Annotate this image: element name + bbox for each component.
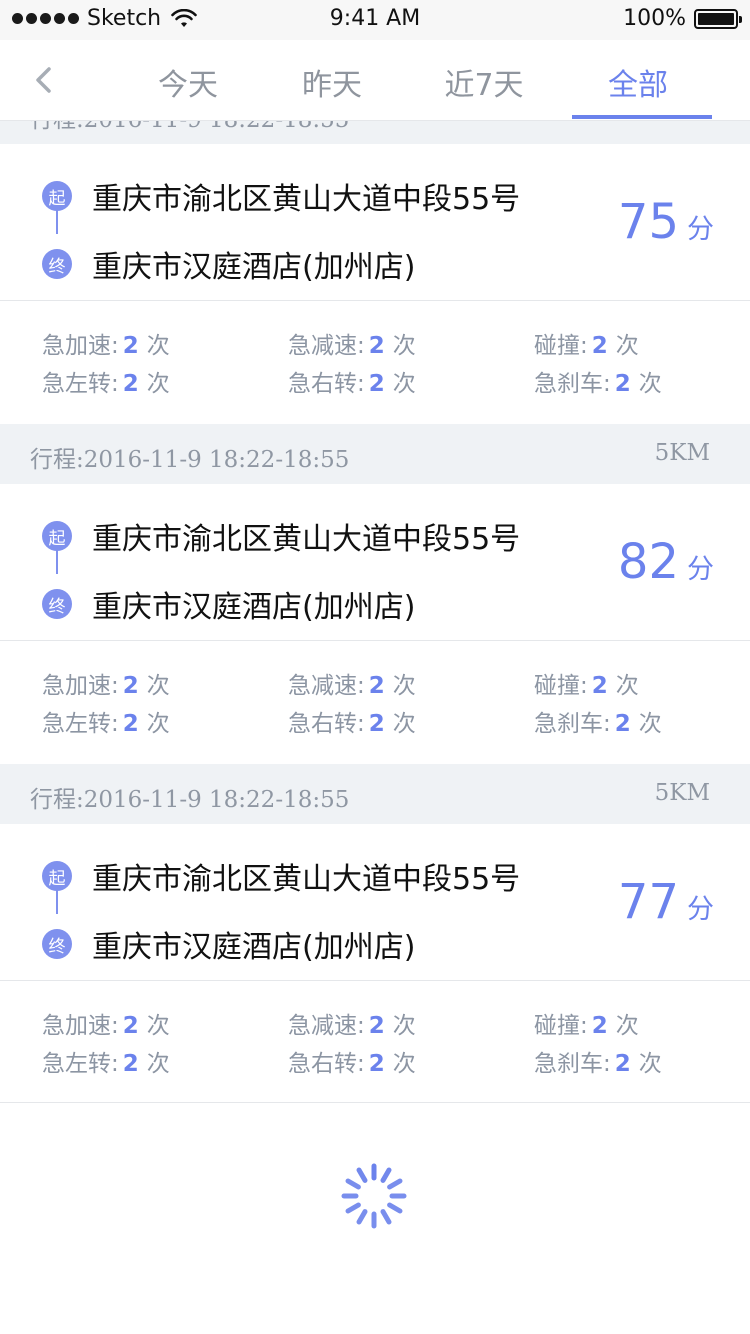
end-address: 重庆市汉庭酒店(加州店) bbox=[92, 930, 416, 965]
score-value: 82 bbox=[617, 534, 679, 590]
tab-active-indicator bbox=[572, 115, 712, 119]
end-address: 重庆市汉庭酒店(加州店) bbox=[92, 250, 416, 285]
stat-item: 急减速: 2 次 bbox=[288, 333, 416, 359]
start-row: 起 重庆市渝北区黄山大道中段55号 bbox=[42, 854, 520, 898]
trip-card[interactable]: 起 重庆市渝北区黄山大道中段55号 终 重庆市汉庭酒店(加州店) 75 分 急加… bbox=[0, 144, 750, 424]
start-address: 重庆市渝北区黄山大道中段55号 bbox=[92, 522, 521, 557]
trip-card[interactable]: 起 重庆市渝北区黄山大道中段55号 终 重庆市汉庭酒店(加州店) 82 分 急加… bbox=[0, 484, 750, 764]
stat-item: 急加速: 2 次 bbox=[42, 1013, 170, 1039]
trip-card[interactable]: 起 重庆市渝北区黄山大道中段55号 终 重庆市汉庭酒店(加州店) 77 分 急加… bbox=[0, 824, 750, 1104]
card-divider bbox=[0, 980, 750, 981]
card-divider bbox=[0, 640, 750, 641]
status-bar: Sketch 9:41 AM 100% bbox=[0, 0, 750, 40]
trip-header-label: 行程:2016-11-9 18:22-18:55 bbox=[30, 787, 350, 813]
score-unit: 分 bbox=[687, 214, 714, 245]
stat-item: 急右转: 2 次 bbox=[288, 371, 416, 397]
route-connector bbox=[56, 550, 58, 574]
start-badge: 起 bbox=[42, 181, 72, 211]
start-badge: 起 bbox=[42, 861, 72, 891]
stat-item: 碰撞: 2 次 bbox=[534, 333, 639, 359]
stat-item: 碰撞: 2 次 bbox=[534, 673, 639, 699]
stat-item: 急刹车: 2 次 bbox=[534, 371, 662, 397]
end-address: 重庆市汉庭酒店(加州店) bbox=[92, 590, 416, 625]
tab-today[interactable]: 今天 bbox=[140, 60, 236, 104]
trip-score: 75 分 bbox=[618, 194, 714, 250]
trip-header: 行程:2016-11-9 18:22-18:55 5KM bbox=[0, 764, 750, 824]
trip-distance: 5KM bbox=[654, 780, 710, 806]
status-right: 100% bbox=[623, 6, 742, 31]
stat-item: 急左转: 2 次 bbox=[42, 371, 170, 397]
stat-item: 碰撞: 2 次 bbox=[534, 1013, 639, 1039]
stat-item: 急减速: 2 次 bbox=[288, 673, 416, 699]
card-divider bbox=[0, 300, 750, 301]
stat-item: 急刹车: 2 次 bbox=[534, 1051, 662, 1077]
start-row: 起 重庆市渝北区黄山大道中段55号 bbox=[42, 174, 520, 218]
score-value: 77 bbox=[617, 874, 679, 930]
end-badge: 终 bbox=[42, 589, 72, 619]
stat-item: 急加速: 2 次 bbox=[42, 333, 170, 359]
battery-percent: 100% bbox=[623, 6, 686, 31]
score-value: 75 bbox=[617, 194, 679, 250]
battery-icon bbox=[694, 8, 742, 29]
stat-item: 急刹车: 2 次 bbox=[534, 711, 662, 737]
score-unit: 分 bbox=[687, 554, 714, 585]
stat-item: 急右转: 2 次 bbox=[288, 1051, 416, 1077]
start-badge: 起 bbox=[42, 521, 72, 551]
end-badge: 终 bbox=[42, 249, 72, 279]
stat-item: 急加速: 2 次 bbox=[42, 673, 170, 699]
stat-item: 急左转: 2 次 bbox=[42, 711, 170, 737]
start-address: 重庆市渝北区黄山大道中段55号 bbox=[92, 182, 521, 217]
end-row: 终 重庆市汉庭酒店(加州店) bbox=[42, 922, 415, 966]
stat-item: 急左转: 2 次 bbox=[42, 1051, 170, 1077]
route-connector bbox=[56, 210, 58, 234]
trip-score: 82 分 bbox=[618, 534, 714, 590]
trip-distance: 5KM bbox=[654, 440, 710, 466]
tab-yesterday[interactable]: 昨天 bbox=[284, 60, 380, 104]
start-address: 重庆市渝北区黄山大道中段55号 bbox=[92, 862, 521, 897]
tab-last-7-days[interactable]: 近7天 bbox=[424, 60, 544, 104]
start-row: 起 重庆市渝北区黄山大道中段55号 bbox=[42, 514, 520, 558]
stat-item: 急右转: 2 次 bbox=[288, 711, 416, 737]
end-badge: 终 bbox=[42, 929, 72, 959]
chevron-left-icon[interactable] bbox=[34, 66, 54, 94]
route-connector bbox=[56, 890, 58, 914]
end-row: 终 重庆市汉庭酒店(加州店) bbox=[42, 242, 415, 286]
stat-item: 急减速: 2 次 bbox=[288, 1013, 416, 1039]
nav-bar: 今天 昨天 近7天 全部 bbox=[0, 40, 750, 121]
trip-score: 77 分 bbox=[618, 874, 714, 930]
trip-header: 行程:2016-11-9 18:22-18:55 5KM bbox=[0, 424, 750, 484]
list-end-divider bbox=[0, 1102, 750, 1103]
score-unit: 分 bbox=[687, 894, 714, 925]
trip-header-label: 行程:2016-11-9 18:22-18:55 bbox=[30, 447, 350, 473]
end-row: 终 重庆市汉庭酒店(加州店) bbox=[42, 582, 415, 626]
spinner-icon bbox=[341, 1163, 407, 1229]
tab-all[interactable]: 全部 bbox=[590, 60, 686, 104]
